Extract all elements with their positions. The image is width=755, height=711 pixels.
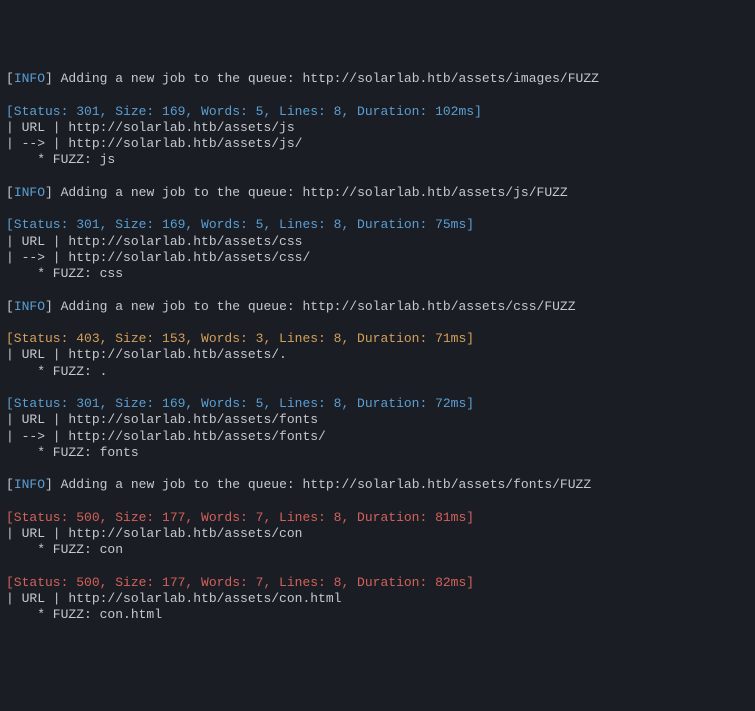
output-line: * FUZZ: con.html [6,607,749,623]
output-line: | URL | http://solarlab.htb/assets/con [6,526,749,542]
status-line-301: [Status: 301, Size: 169, Words: 5, Lines… [6,217,749,233]
output-line: | URL | http://solarlab.htb/assets/. [6,347,749,363]
output-line: * FUZZ: con [6,542,749,558]
blank-line [6,282,749,298]
output-line: | URL | http://solarlab.htb/assets/con.h… [6,591,749,607]
output-line: | URL | http://solarlab.htb/assets/fonts [6,412,749,428]
output-line: | --> | http://solarlab.htb/assets/js/ [6,136,749,152]
info-line: [INFO] Adding a new job to the queue: ht… [6,477,749,493]
blank-line [6,315,749,331]
info-message: ] Adding a new job to the queue: http://… [45,299,576,314]
blank-line [6,461,749,477]
blank-line [6,494,749,510]
output-line: | URL | http://solarlab.htb/assets/css [6,234,749,250]
terminal-output: [INFO] Adding a new job to the queue: ht… [6,71,749,624]
info-message: ] Adding a new job to the queue: http://… [45,185,568,200]
info-line: [INFO] Adding a new job to the queue: ht… [6,299,749,315]
output-line: * FUZZ: . [6,364,749,380]
output-line: | --> | http://solarlab.htb/assets/fonts… [6,429,749,445]
blank-line [6,87,749,103]
output-line: | URL | http://solarlab.htb/assets/js [6,120,749,136]
blank-line [6,169,749,185]
info-tag: INFO [14,477,45,492]
info-tag: INFO [14,185,45,200]
blank-line [6,559,749,575]
info-message: ] Adding a new job to the queue: http://… [45,477,591,492]
blank-line [6,201,749,217]
output-line: * FUZZ: fonts [6,445,749,461]
status-line-301: [Status: 301, Size: 169, Words: 5, Lines… [6,104,749,120]
info-line: [INFO] Adding a new job to the queue: ht… [6,71,749,87]
output-line: | --> | http://solarlab.htb/assets/css/ [6,250,749,266]
info-tag: INFO [14,299,45,314]
status-line-500: [Status: 500, Size: 177, Words: 7, Lines… [6,575,749,591]
info-tag: INFO [14,71,45,86]
status-line-403: [Status: 403, Size: 153, Words: 3, Lines… [6,331,749,347]
blank-line [6,380,749,396]
info-line: [INFO] Adding a new job to the queue: ht… [6,185,749,201]
info-message: ] Adding a new job to the queue: http://… [45,71,599,86]
output-line: * FUZZ: css [6,266,749,282]
status-line-500: [Status: 500, Size: 177, Words: 7, Lines… [6,510,749,526]
output-line: * FUZZ: js [6,152,749,168]
status-line-301: [Status: 301, Size: 169, Words: 5, Lines… [6,396,749,412]
